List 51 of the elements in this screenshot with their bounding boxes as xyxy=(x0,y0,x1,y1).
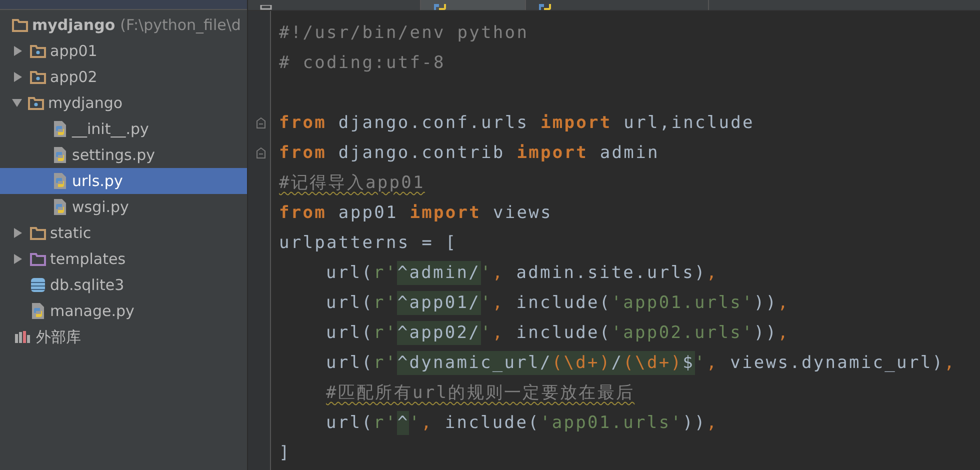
python-file-icon xyxy=(52,146,68,164)
python-file-icon xyxy=(538,4,552,10)
python-file-icon xyxy=(52,198,68,216)
tree-root[interactable]: mydjango (F:\python_file\d xyxy=(0,12,247,38)
code-line: #!/usr/bin/env python xyxy=(279,22,530,45)
code-line: #匹配所有url的规则一定要放在最后 xyxy=(325,382,636,405)
tree-item[interactable]: wsgi.py xyxy=(0,194,247,220)
code-line: # coding:utf-8 xyxy=(279,52,446,75)
collapsed-arrow-icon[interactable] xyxy=(14,228,22,238)
python-file-icon xyxy=(52,172,68,190)
folder-icon xyxy=(30,44,46,58)
code-line: from django.conf.urls import url,include xyxy=(279,112,756,135)
library-icon xyxy=(14,330,32,344)
tree-item[interactable]: 外部库 xyxy=(0,324,247,350)
folder-icon xyxy=(12,18,28,32)
folder-icon xyxy=(30,252,46,266)
python-file-icon xyxy=(433,4,447,10)
project-name: mydjango xyxy=(32,16,116,34)
tree-item[interactable]: app02 xyxy=(0,64,247,90)
code-line: url(r'^', include('app01.urls')), xyxy=(325,410,720,437)
tree-item[interactable]: urls.py xyxy=(0,168,247,194)
tree-item[interactable]: mydjango xyxy=(0,90,247,116)
folder-icon xyxy=(30,70,46,84)
tree-item[interactable]: templates xyxy=(0,246,247,272)
code-line: urlpatterns = [ xyxy=(279,232,458,255)
collapsed-arrow-icon[interactable] xyxy=(14,72,22,82)
tree-item[interactable]: app01 xyxy=(0,38,247,64)
tree-item[interactable]: manage.py xyxy=(0,298,247,324)
code-line: url(r'^app02/', include('app02.urls')), xyxy=(325,320,791,347)
tree-item[interactable]: __init__.py xyxy=(0,116,247,142)
folder-icon xyxy=(30,226,46,240)
code-line: from django.contrib import admin xyxy=(279,142,660,165)
code-line: url(r'^dynamic_url/(\d+)/(\d+)$', views.dynamic_url), xyxy=(325,350,956,377)
code-line: from app01 import views xyxy=(279,202,554,225)
expanded-arrow-icon[interactable] xyxy=(12,99,22,107)
python-file-icon xyxy=(52,120,68,138)
project-path: (F:\python_file\d xyxy=(120,16,241,34)
tree-item[interactable]: db.sqlite3 xyxy=(0,272,247,298)
database-icon xyxy=(30,277,46,293)
folder-icon xyxy=(28,96,44,110)
code-line: #记得导入app01 xyxy=(279,172,426,195)
code-line: url(r'^admin/', admin.site.urls), xyxy=(325,260,720,287)
file-icon xyxy=(260,5,272,10)
python-file-icon xyxy=(30,302,46,320)
code-line: url(r'^app01/', include('app01.urls')), xyxy=(325,290,791,317)
tree-item[interactable]: settings.py xyxy=(0,142,247,168)
code-line: ] xyxy=(279,442,292,465)
tree-item[interactable]: static xyxy=(0,220,247,246)
editor-tab[interactable] xyxy=(421,0,526,10)
collapsed-arrow-icon[interactable] xyxy=(14,46,22,56)
collapsed-arrow-icon[interactable] xyxy=(14,254,22,264)
